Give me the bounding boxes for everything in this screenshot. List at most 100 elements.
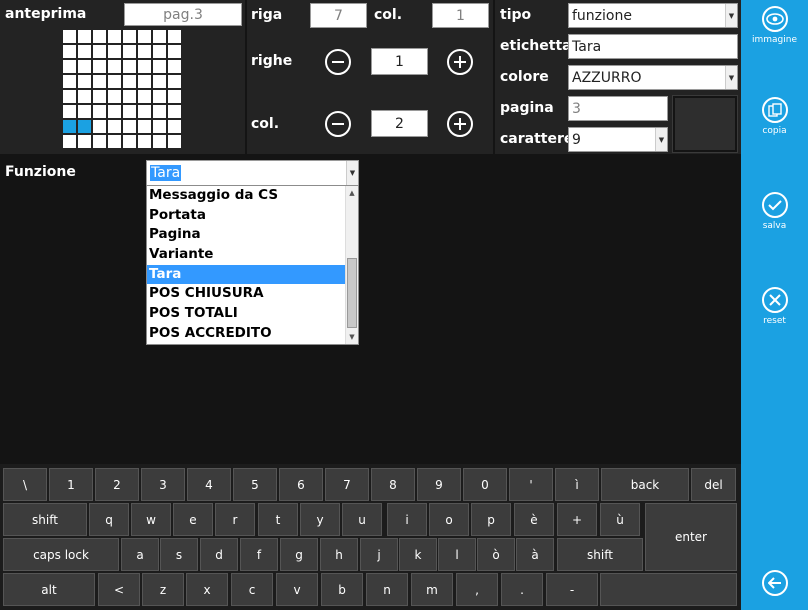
key-x[interactable]: x: [186, 573, 228, 606]
key-backslash[interactable]: \: [3, 468, 47, 501]
key-1[interactable]: 1: [49, 468, 93, 501]
dropdown-option[interactable]: POS TOTALI: [147, 304, 358, 324]
grid-cell[interactable]: [137, 119, 152, 134]
key-ò[interactable]: ò: [477, 538, 515, 571]
grid-cell[interactable]: [92, 29, 107, 44]
grid-cell[interactable]: [122, 104, 137, 119]
grid-cell[interactable]: [152, 104, 167, 119]
dropdown-option[interactable]: POS ACCREDITO: [147, 324, 358, 344]
grid-cell[interactable]: [122, 29, 137, 44]
grid-cell[interactable]: [92, 89, 107, 104]
dropdown-option[interactable]: Tara: [147, 264, 358, 285]
salva-button[interactable]: salva: [741, 192, 808, 231]
key-i[interactable]: i: [387, 503, 427, 536]
immagine-button[interactable]: immagine: [741, 6, 808, 45]
copia-button[interactable]: copia: [741, 97, 808, 136]
cols-minus-button[interactable]: [325, 111, 351, 137]
pagina-field[interactable]: 3: [568, 96, 668, 121]
cols-field[interactable]: 2: [371, 110, 428, 137]
grid-cell[interactable]: [167, 59, 182, 74]
grid-cell[interactable]: [77, 29, 92, 44]
grid-cell[interactable]: [122, 134, 137, 149]
key-0[interactable]: 0: [463, 468, 507, 501]
key-g[interactable]: g: [280, 538, 318, 571]
grid-cell[interactable]: [137, 134, 152, 149]
grid-cell[interactable]: [167, 89, 182, 104]
key-caps-lock[interactable]: caps lock: [3, 538, 119, 571]
grid-cell[interactable]: [107, 89, 122, 104]
grid-cell[interactable]: [152, 89, 167, 104]
grid-cell[interactable]: [62, 59, 77, 74]
key-back[interactable]: back: [601, 468, 689, 501]
key-w[interactable]: w: [131, 503, 171, 536]
grid-cell[interactable]: [167, 119, 182, 134]
cols-plus-button[interactable]: [447, 111, 473, 137]
key-6[interactable]: 6: [279, 468, 323, 501]
key-less-than[interactable]: <: [98, 573, 140, 606]
grid-cell[interactable]: [62, 119, 77, 134]
key-a[interactable]: a: [121, 538, 159, 571]
righe-field[interactable]: 1: [371, 48, 428, 75]
key-n[interactable]: n: [366, 573, 408, 606]
key-l[interactable]: l: [438, 538, 476, 571]
key-shift[interactable]: shift: [557, 538, 643, 571]
dropdown-option[interactable]: Variante: [147, 245, 358, 265]
grid-cell[interactable]: [167, 104, 182, 119]
grid-cell[interactable]: [92, 59, 107, 74]
grid-cell[interactable]: [122, 44, 137, 59]
key-del[interactable]: del: [691, 468, 736, 501]
key-alt[interactable]: alt: [3, 573, 95, 606]
key-7[interactable]: 7: [325, 468, 369, 501]
grid-cell[interactable]: [77, 89, 92, 104]
key-s[interactable]: s: [160, 538, 198, 571]
grid-cell[interactable]: [92, 104, 107, 119]
riga-field[interactable]: 7: [310, 3, 367, 28]
key-t[interactable]: t: [258, 503, 298, 536]
key-à[interactable]: à: [516, 538, 554, 571]
preview-grid[interactable]: [62, 29, 182, 149]
key-m[interactable]: m: [411, 573, 453, 606]
grid-cell[interactable]: [92, 44, 107, 59]
colore-select[interactable]: AZZURRO ▼: [568, 65, 738, 90]
grid-cell[interactable]: [152, 119, 167, 134]
scroll-down-icon[interactable]: ▼: [346, 333, 358, 341]
grid-cell[interactable]: [62, 29, 77, 44]
key-f[interactable]: f: [240, 538, 278, 571]
tipo-select[interactable]: funzione ▼: [568, 3, 738, 28]
key-ù[interactable]: ù: [600, 503, 640, 536]
key-comma[interactable]: ,: [456, 573, 498, 606]
key-plus[interactable]: +: [557, 503, 597, 536]
dropdown-option[interactable]: Pagina: [147, 225, 358, 245]
grid-cell[interactable]: [107, 29, 122, 44]
grid-cell[interactable]: [152, 74, 167, 89]
key-space[interactable]: [600, 573, 737, 606]
carattere-select[interactable]: 9 ▼: [568, 127, 668, 152]
grid-cell[interactable]: [137, 74, 152, 89]
grid-cell[interactable]: [167, 74, 182, 89]
grid-cell[interactable]: [167, 44, 182, 59]
etichetta-field[interactable]: Tara: [568, 34, 738, 59]
grid-cell[interactable]: [107, 134, 122, 149]
back-button[interactable]: [741, 570, 808, 596]
grid-cell[interactable]: [77, 74, 92, 89]
grid-cell[interactable]: [92, 134, 107, 149]
key-b[interactable]: b: [321, 573, 363, 606]
reset-button[interactable]: reset: [741, 287, 808, 326]
grid-cell[interactable]: [77, 104, 92, 119]
grid-cell[interactable]: [152, 44, 167, 59]
grid-cell[interactable]: [107, 119, 122, 134]
grid-cell[interactable]: [62, 44, 77, 59]
funzione-dropdown-list[interactable]: Messaggio da CS Portata Pagina Variante Tara…: [146, 185, 359, 345]
key-r[interactable]: r: [215, 503, 255, 536]
key-c[interactable]: c: [231, 573, 273, 606]
key-ì[interactable]: ì: [555, 468, 599, 501]
grid-cell[interactable]: [122, 89, 137, 104]
key-4[interactable]: 4: [187, 468, 231, 501]
grid-cell[interactable]: [107, 59, 122, 74]
grid-cell[interactable]: [62, 89, 77, 104]
key-apostrophe[interactable]: ': [509, 468, 553, 501]
grid-cell[interactable]: [137, 89, 152, 104]
key-o[interactable]: o: [429, 503, 469, 536]
grid-cell[interactable]: [107, 44, 122, 59]
key-u[interactable]: u: [342, 503, 382, 536]
